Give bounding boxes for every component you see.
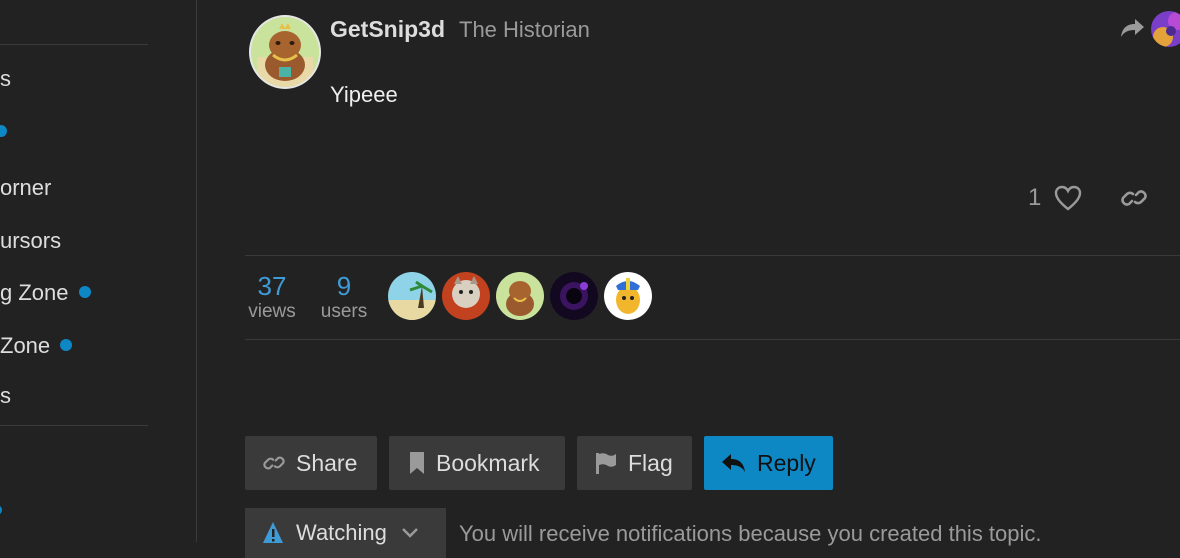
link-icon[interactable] <box>1120 186 1148 215</box>
views-count: 37 <box>257 271 287 301</box>
views-label: views <box>248 301 296 322</box>
divider <box>245 255 1180 256</box>
sidebar-item-4[interactable]: ursors <box>0 228 61 254</box>
reply-icon <box>722 454 745 472</box>
sidebar-item-label: s <box>0 66 11 91</box>
bookmark-button-label: Bookmark <box>436 449 540 476</box>
divider <box>245 339 1180 340</box>
sidebar-item-label: s <box>0 383 11 408</box>
unread-dot <box>78 286 91 299</box>
post-author-avatar[interactable] <box>249 15 321 89</box>
notification-level-label: Watching <box>296 520 387 545</box>
participant-avatar[interactable] <box>550 272 598 320</box>
views-stat: 37 views <box>245 272 299 324</box>
reply-to-avatar[interactable] <box>1151 11 1180 47</box>
post-body-text: Yipeee <box>330 82 398 107</box>
flag-icon <box>596 453 616 474</box>
share-button[interactable]: Share <box>245 436 377 490</box>
sidebar-item-6[interactable]: Zone <box>0 333 73 359</box>
sidebar-divider <box>0 44 148 45</box>
sidebar-partial-icon <box>0 505 2 515</box>
reply-to-arrow-icon[interactable] <box>1120 17 1146 44</box>
sidebar-divider <box>0 425 148 426</box>
notification-level-button[interactable]: Watching <box>245 508 446 558</box>
reply-button[interactable]: Reply <box>704 436 833 490</box>
participant-avatar[interactable] <box>442 272 490 320</box>
sidebar: s orner ursors g Zone Zone s <box>0 0 197 542</box>
sidebar-item-label: orner <box>0 175 52 200</box>
participant-avatar[interactable] <box>496 272 544 320</box>
sidebar-item-1[interactable]: s <box>0 66 11 92</box>
heart-icon[interactable] <box>1053 184 1083 217</box>
sidebar-item-label: ursors <box>0 228 62 253</box>
sidebar-item-2-unread-dot <box>0 125 7 137</box>
share-button-label: Share <box>296 449 358 476</box>
sidebar-item-7[interactable]: s <box>0 383 11 409</box>
sidebar-item-label: g Zone <box>0 280 69 305</box>
flag-button[interactable]: Flag <box>577 436 692 490</box>
sidebar-item-5[interactable]: g Zone <box>0 280 91 306</box>
users-count: 9 <box>336 271 352 301</box>
users-stat: 9 users <box>316 272 372 324</box>
chevron-down-icon <box>402 528 418 538</box>
sidebar-item-label: Zone <box>0 333 51 358</box>
participant-avatar[interactable] <box>604 272 652 320</box>
flag-button-label: Flag <box>628 449 673 476</box>
participant-avatar[interactable] <box>388 272 436 320</box>
sidebar-item-3[interactable]: orner <box>0 175 51 201</box>
exclamation-icon <box>263 522 283 543</box>
unread-dot <box>60 339 73 352</box>
post-user-title: The Historian <box>459 17 590 42</box>
bookmark-icon <box>410 452 424 474</box>
reply-button-label: Reply <box>757 449 816 476</box>
notification-reason-text: You will receive notifications because y… <box>459 521 1042 546</box>
bookmark-button[interactable]: Bookmark <box>389 436 565 490</box>
like-count[interactable]: 1 <box>1028 184 1041 212</box>
users-label: users <box>320 301 368 322</box>
link-icon <box>263 456 285 470</box>
post-username[interactable]: GetSnip3d <box>330 16 445 43</box>
